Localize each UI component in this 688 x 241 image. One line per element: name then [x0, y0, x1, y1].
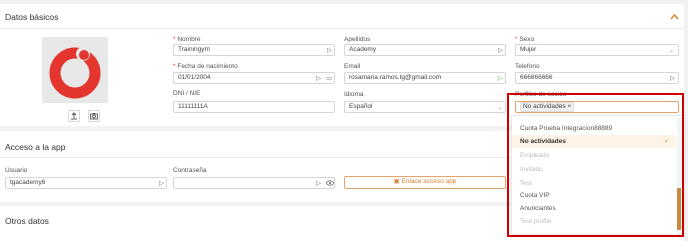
section-title-otros: Otros datos	[5, 216, 49, 226]
telefono-field[interactable]: 666666666	[515, 72, 679, 84]
contrasena-field[interactable]	[173, 177, 335, 189]
chevron-down-icon: ⌄	[497, 105, 503, 111]
check-icon: ✓	[664, 138, 670, 145]
fecha-field[interactable]: 01/01/2004	[173, 72, 335, 84]
selected-tag: No actividades ×	[520, 102, 575, 112]
section-title-datos-basicos: Datos básicos	[5, 12, 59, 22]
brand-logo-icon	[49, 47, 101, 99]
nombre-action-icon[interactable]: ▷	[327, 46, 332, 56]
idioma-label: Idioma	[344, 91, 364, 98]
header-divider	[0, 28, 684, 29]
usuario-field[interactable]: tgacademy6	[5, 177, 167, 189]
dropdown-option[interactable]: Cuota VIP	[512, 189, 676, 202]
perfiles-dropdown: Cuota Prueba Integracion88889 No activid…	[511, 115, 683, 235]
calendar-icon[interactable]: ▭	[326, 74, 332, 84]
apellidos-label: Apellidos	[344, 36, 371, 43]
dropdown-option[interactable]: Cuota Prueba Integracion88889	[512, 122, 676, 135]
dropdown-option: Empleado	[520, 152, 550, 159]
section-title-acceso: Acceso a la app	[5, 142, 66, 152]
enlace-acceso-button[interactable]: ▣ Enlace acceso app	[344, 176, 506, 189]
upload-icon	[71, 112, 77, 120]
usuario-label: Usuario	[5, 167, 28, 174]
apellidos-action-icon[interactable]: ▷	[498, 46, 503, 56]
email-action-icon[interactable]: ▷	[498, 74, 503, 84]
dropdown-option-selected[interactable]: No actividades ✓	[512, 135, 676, 148]
take-photo-button[interactable]	[88, 110, 100, 122]
telefono-label: Telefono	[515, 63, 540, 70]
dropdown-scrollbar-thumb[interactable]	[677, 188, 681, 230]
usuario-action-icon[interactable]: ▷	[159, 179, 164, 189]
perfiles-select[interactable]: No actividades ×	[515, 101, 679, 113]
sexo-select[interactable]: Mujer	[515, 44, 679, 56]
telefono-action-icon[interactable]: ▷	[670, 74, 675, 84]
chevron-up-icon[interactable]	[670, 13, 679, 20]
idioma-select[interactable]: Español	[344, 101, 506, 113]
fecha-label: * Fecha de nacimiento	[173, 63, 238, 70]
avatar	[42, 37, 108, 103]
email-field[interactable]: rosamaria.ramos.tg@gmail.com	[344, 72, 506, 84]
dropdown-option: Invitado	[520, 166, 543, 173]
dropdown-option[interactable]: Anunciantes	[512, 202, 676, 215]
datos-basicos-card: Datos básicos * Nombre Trainingym ▷ Apel…	[0, 4, 684, 126]
upload-photo-button[interactable]	[68, 110, 80, 122]
nombre-label: * Nombre	[173, 36, 201, 43]
perfiles-label: Perfiles de socios	[515, 91, 566, 98]
dni-label: DNI / NIE	[173, 90, 201, 97]
remove-tag-icon[interactable]: ×	[567, 103, 571, 110]
camera-icon	[90, 113, 98, 120]
link-icon: ▣	[393, 178, 402, 185]
email-label: Email	[344, 63, 361, 70]
eye-icon[interactable]	[326, 180, 334, 186]
contrasena-action-icon[interactable]: ▷	[316, 179, 321, 189]
chevron-down-icon: ⌄	[669, 48, 675, 54]
contrasena-label: Contraseña	[173, 167, 207, 174]
dropdown-option: Test profile	[520, 218, 552, 225]
sexo-label: * Sexo	[515, 36, 535, 43]
fecha-action-icon[interactable]: ▷	[316, 74, 321, 84]
dni-field[interactable]: 11111111A	[173, 101, 335, 113]
apellidos-field[interactable]: Academy	[344, 44, 506, 56]
nombre-field[interactable]: Trainingym	[173, 44, 335, 56]
